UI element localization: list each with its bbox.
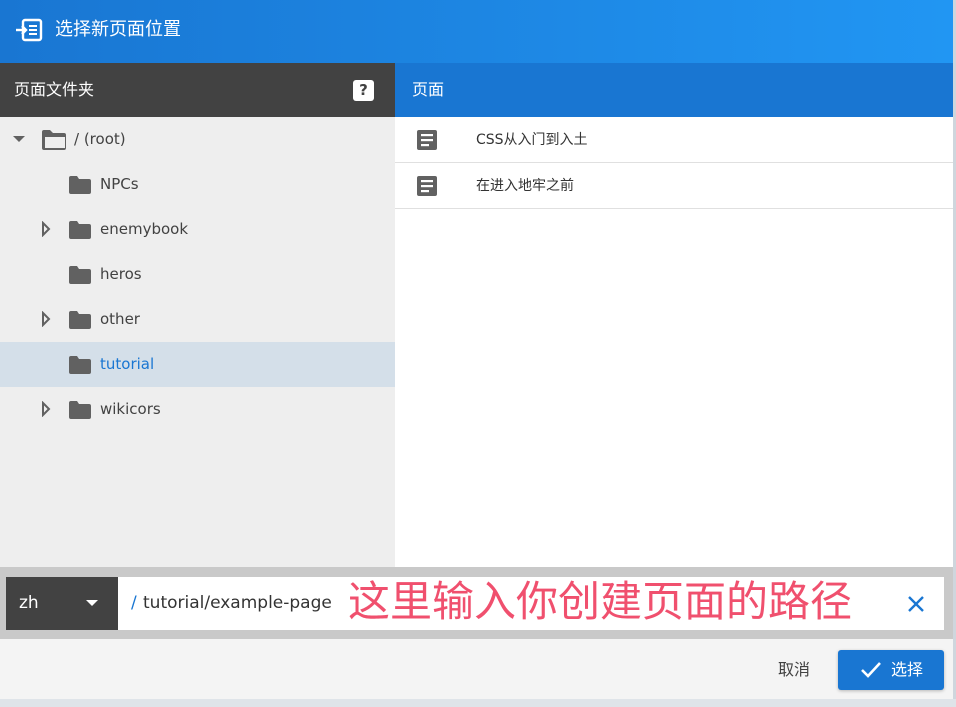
clear-icon[interactable] bbox=[904, 592, 928, 616]
page-list-item[interactable]: CSS从入门到入土 bbox=[395, 117, 953, 163]
path-prefix-slash: / bbox=[131, 593, 137, 613]
locale-select[interactable]: zh bbox=[6, 577, 118, 630]
tree-item-label: heros bbox=[100, 265, 142, 283]
folder-icon bbox=[69, 221, 91, 239]
folder-open-icon bbox=[42, 130, 66, 150]
select-button-label: 选择 bbox=[891, 660, 924, 679]
tree-item-enemybook[interactable]: enemybook bbox=[0, 207, 395, 252]
page-title: CSS从入门到入土 bbox=[476, 132, 588, 148]
tree-item-wikicors[interactable]: wikicors bbox=[0, 387, 395, 432]
page-list-item[interactable]: 在进入地牢之前 bbox=[395, 163, 953, 209]
page-move-icon bbox=[16, 18, 43, 42]
page-list: CSS从入门到入土 在进入地牢之前 bbox=[395, 117, 953, 567]
tree-item-tutorial[interactable]: tutorial bbox=[0, 342, 395, 387]
tree-item-label: other bbox=[100, 310, 140, 328]
page-location-dialog: 选择新页面位置 页面文件夹 ? / (root) NPCs enemybook bbox=[0, 0, 953, 699]
tree-item-label: NPCs bbox=[100, 175, 139, 193]
tree-item-other[interactable]: other bbox=[0, 297, 395, 342]
check-icon bbox=[861, 662, 881, 678]
tree-item-label: tutorial bbox=[100, 355, 155, 373]
folders-panel-header: 页面文件夹 bbox=[0, 63, 395, 117]
background-edge bbox=[0, 699, 956, 707]
help-button[interactable]: ? bbox=[353, 80, 374, 101]
select-button[interactable]: 选择 bbox=[838, 650, 944, 690]
caret-right-icon[interactable] bbox=[38, 401, 54, 417]
caret-right-icon[interactable] bbox=[38, 311, 54, 327]
document-icon bbox=[417, 130, 437, 150]
dropdown-arrow-icon bbox=[86, 600, 98, 606]
pages-panel-header: 页面 bbox=[395, 63, 953, 117]
tree-item-root[interactable]: / (root) bbox=[0, 117, 395, 162]
folder-icon bbox=[69, 311, 91, 329]
pages-panel-title: 页面 bbox=[412, 80, 445, 99]
folder-icon bbox=[69, 176, 91, 194]
document-icon bbox=[417, 176, 437, 196]
path-annotation-text: 这里输入你创建页面的路径 bbox=[348, 577, 853, 626]
caret-right-icon[interactable] bbox=[38, 221, 54, 237]
page-title: 在进入地牢之前 bbox=[476, 178, 574, 194]
tree-item-label: wikicors bbox=[100, 400, 161, 418]
caret-down-icon[interactable] bbox=[11, 131, 27, 147]
path-value: tutorial/example-page bbox=[143, 593, 332, 613]
cancel-button[interactable]: 取消 bbox=[762, 650, 826, 690]
dialog-title: 选择新页面位置 bbox=[55, 19, 181, 40]
folder-tree: / (root) NPCs enemybook heros other tuto… bbox=[0, 117, 395, 567]
locale-value: zh bbox=[19, 593, 39, 613]
tree-item-heros[interactable]: heros bbox=[0, 252, 395, 297]
folder-icon bbox=[69, 266, 91, 284]
tree-item-npcs[interactable]: NPCs bbox=[0, 162, 395, 207]
folder-icon bbox=[69, 356, 91, 374]
folders-panel-title: 页面文件夹 bbox=[14, 80, 95, 99]
folder-icon bbox=[69, 401, 91, 419]
dialog-title-bar: 选择新页面位置 bbox=[0, 0, 953, 63]
tree-item-label: / (root) bbox=[74, 130, 126, 148]
tree-item-label: enemybook bbox=[100, 220, 189, 238]
